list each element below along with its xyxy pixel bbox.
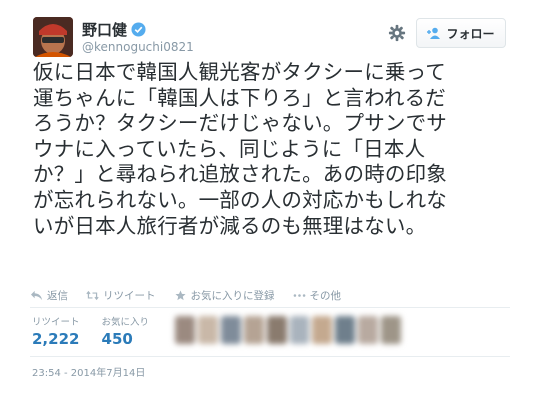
tweet-stats: リツイート 2,222 お気に入り 450	[32, 314, 149, 348]
follow-button[interactable]: フォロー	[416, 18, 506, 48]
favorite-count-label: お気に入り	[101, 317, 150, 328]
retweet-icon	[86, 290, 99, 301]
more-label: その他	[309, 290, 342, 302]
blurred-user-avatars	[175, 316, 402, 344]
favorite-stat[interactable]: お気に入り 450	[102, 314, 150, 348]
retweet-count: 2,222	[32, 330, 80, 348]
more-icon	[293, 294, 305, 297]
reply-action[interactable]: 返信	[30, 288, 68, 303]
divider	[30, 356, 510, 357]
retweet-label: リツイート	[103, 290, 156, 302]
retweet-action[interactable]: リツイート	[86, 288, 156, 303]
favorite-count: 450	[101, 330, 133, 348]
favorite-action[interactable]: お気に入りに登録	[174, 288, 275, 303]
retweet-count-label: リツイート	[32, 317, 80, 328]
user-handle[interactable]: @kennoguchi0821	[82, 40, 194, 54]
tweet-actions: 返信 リツイート お気に入りに登録 その他	[30, 288, 359, 303]
avatar[interactable]	[33, 17, 73, 57]
favorite-label: お気に入りに登録	[190, 290, 275, 302]
verified-badge-icon	[131, 22, 146, 37]
display-name[interactable]: 野口健	[82, 19, 127, 40]
follow-button-label: フォロー	[446, 26, 495, 41]
gear-icon[interactable]	[388, 24, 406, 42]
timestamp[interactable]: 23:54 - 2014年7月14日	[32, 364, 145, 379]
reply-label: 返信	[47, 290, 68, 302]
divider	[30, 307, 510, 308]
retweet-stat[interactable]: リツイート 2,222	[32, 314, 80, 348]
more-action[interactable]: その他	[293, 288, 342, 303]
star-icon	[174, 290, 186, 301]
tweet-text: 仮に日本で韓国人観光客がタクシーに乗って 運ちゃんに「韓国人は下りろ」と言われる…	[33, 60, 447, 238]
add-user-icon	[427, 27, 441, 39]
reply-icon	[31, 290, 42, 301]
